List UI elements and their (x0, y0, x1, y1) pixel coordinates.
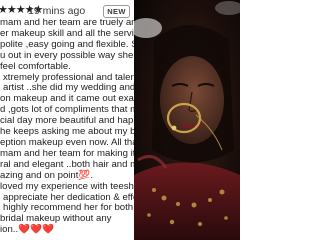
nose-ring-bead (171, 125, 177, 131)
review-time: 19 mins ago (28, 5, 86, 17)
review-line: u out in every possible way she can (0, 49, 134, 61)
review-line: feel comfortable. (0, 60, 71, 72)
review-text: mam and her team are truely amazing I er… (0, 17, 134, 236)
review-line: loved my experience with teesha mam. (0, 180, 134, 192)
review-card: ★★★★★ 19 mins ago NEW mam and her team a… (0, 0, 134, 240)
review-screenshot: ★★★★★ 19 mins ago NEW mam and her team a… (0, 0, 240, 240)
review-line: ion..❤️❤️❤️ (0, 224, 54, 236)
review-line: azing and on point💯. (0, 169, 94, 181)
bridal-outfit (134, 162, 240, 240)
bride-photo (134, 0, 240, 240)
